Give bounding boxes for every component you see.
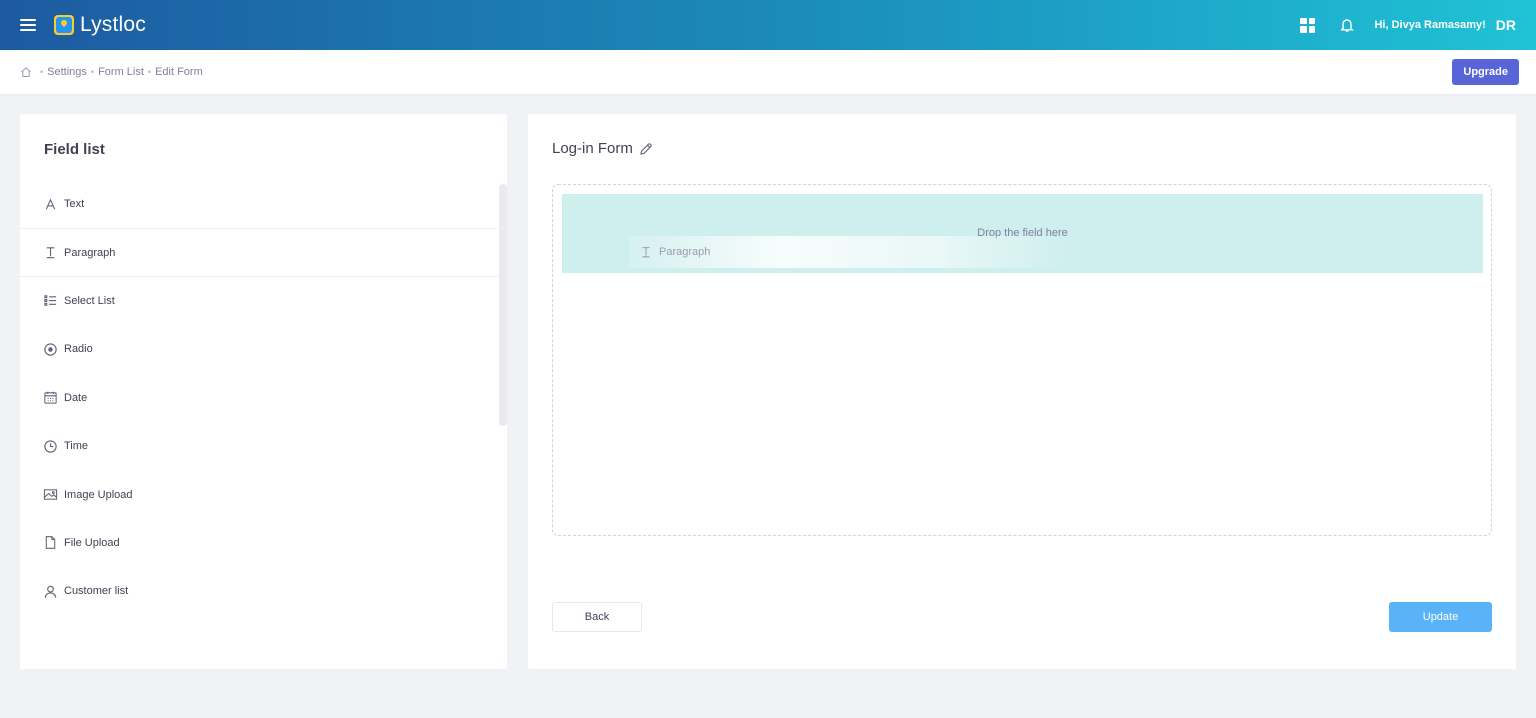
text-icon [42, 196, 58, 212]
field-item-label: Date [64, 391, 88, 404]
form-drop-zone[interactable]: Drop the field here Paragraph [552, 184, 1492, 536]
form-title: Log-in Form [552, 140, 653, 157]
field-list-panel: Field list Text Paragraph Select List Ra… [20, 114, 507, 669]
back-button[interactable]: Back [552, 602, 642, 632]
dragging-field-label: Paragraph [659, 246, 711, 258]
apps-grid-icon[interactable] [1300, 17, 1316, 33]
user-greeting: Hi, Divya Ramasamy! [1374, 19, 1486, 31]
drop-target[interactable]: Drop the field here Paragraph [562, 194, 1483, 273]
radio-icon [42, 341, 58, 357]
bell-icon[interactable] [1339, 17, 1355, 33]
upgrade-button[interactable]: Upgrade [1452, 59, 1519, 85]
field-item-label: Time [64, 440, 89, 453]
clock-icon [42, 438, 58, 454]
field-list-scrollbar[interactable] [499, 184, 507, 426]
file-icon [42, 535, 58, 551]
user-icon [42, 583, 58, 599]
field-item-radio[interactable]: Radio [20, 325, 498, 373]
field-list: Text Paragraph Select List Radio Date Ti… [20, 180, 498, 616]
form-title-text: Log-in Form [552, 140, 633, 157]
field-item-label: Radio [64, 343, 93, 356]
logo-icon[interactable] [54, 15, 74, 35]
breadcrumb-separator: • [40, 67, 44, 77]
breadcrumb-bar: • Settings • Form List • Edit Form Upgra… [0, 50, 1536, 94]
breadcrumb-edit-form: Edit Form [155, 66, 203, 78]
image-icon [42, 487, 58, 503]
breadcrumb-separator: • [90, 67, 95, 77]
breadcrumb-separator: • [147, 67, 152, 77]
pencil-icon[interactable] [639, 142, 653, 156]
top-navbar: Lystloc Hi, Divya Ramasamy! DR [0, 0, 1536, 50]
field-item-image-upload[interactable]: Image Upload [20, 470, 498, 518]
home-icon[interactable] [20, 66, 32, 78]
field-item-label: Text [64, 198, 85, 211]
breadcrumb-form-list[interactable]: Form List [98, 66, 144, 78]
menu-icon[interactable] [20, 19, 36, 31]
topbar-actions: Hi, Divya Ramasamy! DR [1300, 17, 1516, 33]
field-item-label: Select List [64, 294, 115, 307]
field-item-text[interactable]: Text [20, 180, 498, 228]
update-button[interactable]: Update [1389, 602, 1492, 632]
field-item-label: Customer list [64, 585, 129, 598]
paragraph-icon [642, 247, 650, 258]
field-item-date[interactable]: Date [20, 374, 498, 422]
form-builder-panel: Log-in Form Drop the field here Paragrap… [528, 114, 1516, 669]
field-item-paragraph[interactable]: Paragraph [20, 228, 498, 277]
field-item-time[interactable]: Time [20, 422, 498, 470]
field-list-title: Field list [44, 141, 105, 158]
dragging-field-paragraph[interactable]: Paragraph [629, 236, 1069, 268]
field-item-label: Image Upload [64, 488, 133, 501]
field-item-select-list[interactable]: Select List [20, 277, 498, 325]
brand-name[interactable]: Lystloc [80, 13, 146, 37]
user-avatar-initials[interactable]: DR [1496, 17, 1516, 33]
list-icon [42, 293, 58, 309]
calendar-icon [42, 390, 58, 406]
field-item-customer-list[interactable]: Customer list [20, 567, 498, 615]
breadcrumb-settings[interactable]: Settings [47, 66, 87, 78]
paragraph-icon [42, 245, 58, 261]
field-item-file-upload[interactable]: File Upload [20, 519, 498, 567]
field-item-label: Paragraph [64, 246, 116, 259]
field-item-label: File Upload [64, 536, 120, 549]
